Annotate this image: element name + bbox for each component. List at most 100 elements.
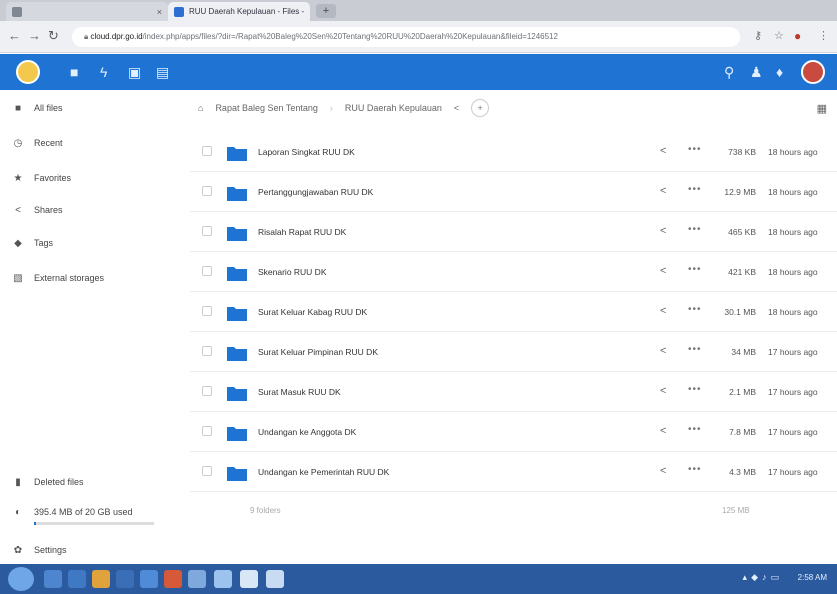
table-row[interactable]: Risalah Rapat RUU DK < ••• 465 KB 18 hours a…	[190, 212, 837, 252]
more-options-icon[interactable]: •••	[688, 224, 702, 235]
row-checkbox[interactable]	[202, 386, 212, 396]
row-checkbox[interactable]	[202, 186, 212, 196]
share-icon[interactable]: <	[660, 145, 666, 157]
table-row[interactable]: Laporan Singkat RUU DK < ••• 738 KB 18 hours…	[190, 132, 837, 172]
contacts-icon[interactable]: ♦	[776, 64, 783, 80]
more-options-icon[interactable]: •••	[688, 384, 702, 395]
sidebar-item-label: Deleted files	[34, 477, 84, 487]
file-name[interactable]: Skenario RUU DK	[258, 267, 327, 277]
share-icon[interactable]: <	[660, 345, 666, 357]
file-name[interactable]: Laporan Singkat RUU DK	[258, 147, 355, 157]
table-row[interactable]: Surat Keluar Kabag RUU DK < ••• 30.1 MB 18 h…	[190, 292, 837, 332]
menu-icon[interactable]: ⋮	[818, 29, 829, 42]
row-checkbox[interactable]	[202, 306, 212, 316]
share-icon[interactable]: <	[454, 103, 459, 113]
sidebar-item-all-files[interactable]: ■ All files	[12, 98, 63, 118]
taskbar-app-icon[interactable]	[92, 570, 110, 588]
file-name[interactable]: Pertanggungjawaban RUU DK	[258, 187, 373, 197]
search-icon[interactable]: ⚲	[724, 64, 734, 81]
taskbar-app-icon[interactable]	[116, 570, 134, 588]
notifications-icon[interactable]: ♟	[750, 64, 763, 81]
sidebar-item-label: Settings	[34, 545, 67, 555]
new-tab-button[interactable]: +	[316, 4, 336, 18]
more-options-icon[interactable]: •••	[688, 184, 702, 195]
table-row[interactable]: Skenario RUU DK < ••• 421 KB 18 hours ago	[190, 252, 837, 292]
taskbar-app-icon[interactable]	[164, 570, 182, 588]
folder-icon	[227, 347, 247, 361]
star-icon: ★	[13, 172, 23, 184]
table-row[interactable]: Undangan ke Pemerintah RUU DK < ••• 4.3 MB 1…	[190, 452, 837, 492]
bookmark-star-icon[interactable]: ☆	[774, 29, 784, 42]
more-options-icon[interactable]: •••	[688, 264, 702, 275]
file-name[interactable]: Risalah Rapat RUU DK	[258, 227, 346, 237]
breadcrumb-item[interactable]: Rapat Baleg Sen Tentang	[215, 103, 317, 113]
share-icon[interactable]: <	[660, 465, 666, 477]
breadcrumb-item[interactable]: RUU Daerah Kepulauan	[345, 103, 442, 113]
share-icon[interactable]: <	[660, 225, 666, 237]
taskbar-app-icon[interactable]	[214, 570, 232, 588]
tab-close-icon[interactable]: ×	[309, 7, 310, 17]
taskbar-app-icon[interactable]	[140, 570, 158, 588]
grid-view-icon[interactable]: ▦	[817, 102, 827, 115]
browser-tab-active[interactable]: RUU Daerah Kepulauan - Files - ×	[168, 2, 310, 21]
file-size: 34 MB	[731, 347, 756, 357]
file-name[interactable]: Undangan ke Pemerintah RUU DK	[258, 467, 389, 477]
files-app-icon[interactable]: ■	[70, 64, 78, 80]
taskbar-app-icon[interactable]	[188, 570, 206, 588]
taskbar-app-icon[interactable]	[266, 570, 284, 588]
avatar[interactable]	[801, 60, 825, 84]
taskbar-app-icon[interactable]	[240, 570, 258, 588]
reload-icon[interactable]: ↻	[48, 28, 59, 44]
taskbar-app-icon[interactable]	[44, 570, 62, 588]
row-checkbox[interactable]	[202, 426, 212, 436]
file-name[interactable]: Surat Masuk RUU DK	[258, 387, 341, 397]
sidebar-item-external-storages[interactable]: ▧ External storages	[12, 268, 104, 288]
browser-tab-inactive[interactable]: ×	[6, 2, 168, 21]
sidebar-item-deleted-files[interactable]: ▮ Deleted files	[12, 472, 84, 492]
more-options-icon[interactable]: •••	[688, 304, 702, 315]
start-button[interactable]	[8, 567, 34, 591]
taskbar-app-icon[interactable]	[68, 570, 86, 588]
activity-icon[interactable]: ϟ	[100, 64, 107, 80]
sidebar-item-tags[interactable]: ◆ Tags	[12, 233, 53, 253]
extension-icon[interactable]: ●	[794, 29, 801, 43]
share-icon[interactable]: <	[660, 305, 666, 317]
sidebar-item-favorites[interactable]: ★ Favorites	[12, 168, 72, 188]
notes-icon[interactable]: ▤	[156, 64, 169, 81]
app-logo[interactable]	[16, 60, 40, 84]
share-icon[interactable]: <	[660, 265, 666, 277]
row-checkbox[interactable]	[202, 266, 212, 276]
sidebar-item-settings[interactable]: ✿ Settings	[12, 540, 67, 560]
row-checkbox[interactable]	[202, 146, 212, 156]
file-name[interactable]: Undangan ke Anggota DK	[258, 427, 356, 437]
more-options-icon[interactable]: •••	[688, 464, 702, 475]
address-bar[interactable]: 🔒︎ cloud.dpr.go.id/index.php/apps/files/…	[72, 27, 740, 47]
back-arrow-icon[interactable]: ←	[8, 28, 21, 43]
file-size: 421 KB	[728, 267, 756, 277]
file-name[interactable]: Surat Keluar Pimpinan RUU DK	[258, 347, 378, 357]
table-row[interactable]: Pertanggungjawaban RUU DK < ••• 12.9 MB 18 h…	[190, 172, 837, 212]
share-icon[interactable]: <	[660, 385, 666, 397]
tray-icons[interactable]: ▴◆♪▭	[743, 572, 783, 583]
table-row[interactable]: Surat Masuk RUU DK < ••• 2.1 MB 17 hours ago	[190, 372, 837, 412]
gallery-icon[interactable]: ▣	[128, 64, 141, 81]
row-checkbox[interactable]	[202, 466, 212, 476]
table-row[interactable]: Surat Keluar Pimpinan RUU DK < ••• 34 MB 17 …	[190, 332, 837, 372]
tab-close-icon[interactable]: ×	[157, 7, 162, 17]
more-options-icon[interactable]: •••	[688, 144, 702, 155]
table-row[interactable]: Undangan ke Anggota DK < ••• 7.8 MB 17 hours…	[190, 412, 837, 452]
more-options-icon[interactable]: •••	[688, 424, 702, 435]
row-checkbox[interactable]	[202, 226, 212, 236]
row-checkbox[interactable]	[202, 346, 212, 356]
share-icon[interactable]: <	[660, 185, 666, 197]
home-icon[interactable]: ⌂	[198, 103, 203, 113]
quota-fill	[34, 522, 37, 525]
forward-arrow-icon[interactable]: →	[28, 28, 41, 43]
file-name[interactable]: Surat Keluar Kabag RUU DK	[258, 307, 367, 317]
sidebar-item-recent[interactable]: ◷ Recent	[12, 133, 63, 153]
key-icon[interactable]: ⚷	[754, 29, 762, 42]
more-options-icon[interactable]: •••	[688, 344, 702, 355]
sidebar-item-shares[interactable]: < Shares	[12, 200, 62, 220]
new-button[interactable]: +	[471, 99, 490, 117]
share-icon[interactable]: <	[660, 425, 666, 437]
